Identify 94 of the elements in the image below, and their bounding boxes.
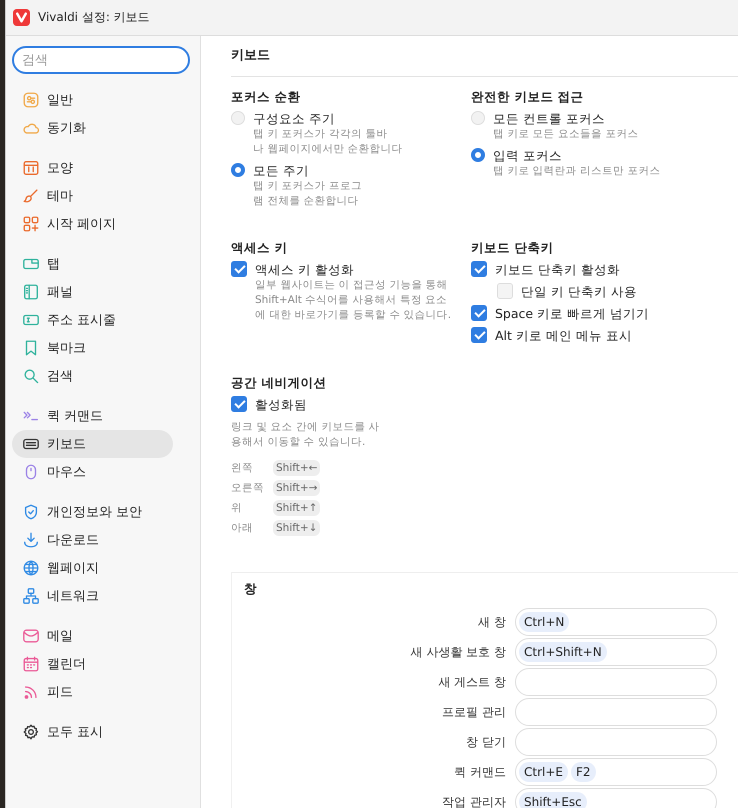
checkbox[interactable] — [231, 261, 247, 277]
sidebar-item[interactable]: 탭 — [12, 250, 173, 278]
shortcut-label: 새 사생활 보호 창 — [410, 644, 506, 660]
shortcut-label: 창 닫기 — [465, 734, 506, 750]
calendar-icon — [22, 655, 40, 673]
section-title: 완전한 키보드 접근 — [471, 89, 585, 106]
key-chip: Shift+Esc — [519, 792, 587, 808]
direction-label: 오른쪽 — [231, 481, 265, 495]
option-description: 탭 키로 입력란과 리스트만 포커스 — [493, 164, 660, 179]
sliders-icon — [22, 91, 40, 109]
shortcut-chip: Shift+← — [273, 460, 320, 476]
radio-button[interactable] — [231, 163, 245, 177]
shortcut-field[interactable]: Shift+Esc — [515, 788, 717, 808]
direction-label: 왼쪽 — [231, 461, 254, 475]
sidebar-item[interactable]: 시작 페이지 — [12, 210, 173, 238]
logo-icon — [13, 9, 30, 26]
option-label: Space 키로 빠르게 넘기기 — [495, 305, 650, 322]
page-title: 키보드 — [231, 36, 738, 77]
sidebar-item[interactable]: 개인정보와 보안 — [12, 498, 173, 526]
sidebar-item[interactable]: 검색 — [12, 362, 173, 390]
checkbox[interactable] — [471, 261, 487, 277]
search-icon — [22, 367, 40, 385]
shield-icon — [22, 503, 40, 521]
option-label: 키보드 단축키 활성화 — [495, 261, 620, 278]
sidebar-item[interactable]: 주소 표시줄 — [12, 306, 173, 334]
sidebar-item[interactable]: 마우스 — [12, 458, 173, 486]
direction-label: 아래 — [231, 521, 254, 535]
sidebar-item[interactable]: 북마크 — [12, 334, 173, 362]
key-chip: Ctrl+Shift+N — [519, 642, 607, 662]
shortcut-field[interactable]: Ctrl+E F2 — [515, 758, 717, 786]
panel-icon — [22, 283, 40, 301]
option-description: 탭 키로 모든 요소들을 포커스 — [493, 127, 638, 142]
option-label: 액세스 키 활성화 — [255, 261, 355, 278]
shortcut-field[interactable] — [515, 698, 717, 726]
sidebar-item[interactable]: 다운로드 — [12, 526, 173, 554]
sidebar-item[interactable]: 피드 — [12, 678, 173, 706]
option-label: 모든 주기 — [253, 162, 310, 179]
key-chip: Ctrl+E — [519, 762, 568, 782]
sidebar-item[interactable]: 키보드 — [12, 430, 173, 458]
sidebar-item[interactable]: 네트워크 — [12, 582, 173, 610]
key-chip: Ctrl+N — [519, 612, 570, 632]
sidebar-item[interactable]: 테마 — [12, 182, 173, 210]
option-label: 입력 포커스 — [493, 147, 563, 164]
shortcut-field[interactable] — [515, 668, 717, 696]
section-description: 링크 및 요소 간에 키보드를 사 용해서 이동할 수 있습니다. — [231, 420, 381, 450]
option-label: 모든 컨트롤 포커스 — [493, 110, 606, 127]
gear-icon — [22, 723, 40, 741]
shortcut-label: 작업 관리자 — [441, 794, 506, 808]
grid-plus-icon — [22, 215, 40, 233]
shortcut-label: 퀵 커맨드 — [453, 764, 506, 780]
shortcut-label: 새 게스트 창 — [437, 674, 506, 690]
shortcut-chip: Shift+↓ — [273, 520, 320, 536]
section-title: 공간 네비게이션 — [231, 375, 328, 392]
checkbox[interactable] — [471, 305, 487, 321]
sidebar-item[interactable]: 메일 — [12, 622, 173, 650]
brush-icon — [22, 187, 40, 205]
shortcut-label: 프로필 관리 — [441, 704, 506, 720]
sidebar-item[interactable]: 패널 — [12, 278, 173, 306]
shortcut-field[interactable]: Ctrl+N — [515, 608, 717, 636]
section-title: 키보드 단축키 — [471, 240, 554, 257]
checkbox[interactable] — [231, 396, 247, 412]
sidebar-item[interactable]: 동기화 — [12, 114, 173, 142]
sidebar-item[interactable]: 일반 — [12, 86, 173, 114]
sidebar-item[interactable]: 퀵 커맨드 — [12, 402, 173, 430]
sidebar-item[interactable]: 캘린더 — [12, 650, 173, 678]
search-field[interactable]: 검색 — [12, 46, 190, 74]
layout-icon — [22, 159, 40, 177]
shortcut-field[interactable] — [515, 728, 717, 756]
globe-icon — [22, 559, 40, 577]
shortcut-chip: Shift+→ — [273, 480, 320, 496]
envelope-icon — [22, 627, 40, 645]
sidebar-item[interactable]: 웹페이지 — [12, 554, 173, 582]
direction-label: 위 — [231, 501, 243, 515]
sidebar-item[interactable]: 모두 표시 — [12, 718, 173, 746]
network-icon — [22, 587, 40, 605]
card-title: 창 — [244, 581, 258, 598]
option-description: 탭 키 포커스가 프로그 램 전체를 순환합니다 — [253, 179, 362, 209]
section-title: 포커스 순환 — [231, 89, 302, 106]
window-title: Vivaldi 설정: 키보드 — [38, 9, 150, 26]
download-icon — [22, 531, 40, 549]
option-label: Alt 키로 메인 메뉴 표시 — [495, 327, 632, 344]
shortcut-chip: Shift+↑ — [273, 500, 320, 516]
key-chip: F2 — [571, 762, 596, 782]
radio-button[interactable] — [471, 148, 485, 162]
option-label: 구성요소 주기 — [253, 110, 336, 127]
option-description: 일부 웹사이트는 이 접근성 기능을 통해 Shift+Alt 수식어를 사용해서 특정 요소 에 대한 바로가기를 등록할 수 있습니다. — [255, 278, 452, 323]
section-title: 액세스 키 — [231, 240, 288, 257]
option-label: 단일 키 단축키 사용 — [521, 283, 637, 300]
sidebar-item[interactable]: 모양 — [12, 154, 173, 182]
checkbox[interactable] — [471, 327, 487, 343]
option-description: 탭 키 포커스가 각각의 툴바 나 웹페이지에서만 순환합니다 — [253, 127, 403, 157]
shortcut-label: 새 창 — [477, 614, 506, 630]
shortcut-field[interactable]: Ctrl+Shift+N — [515, 638, 717, 666]
option-label: 활성화됨 — [255, 396, 307, 413]
